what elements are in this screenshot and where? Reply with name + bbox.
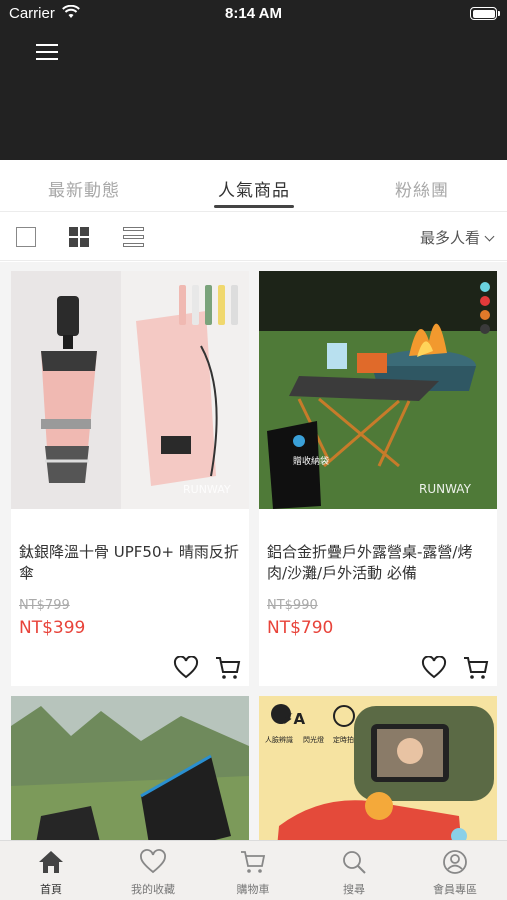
- hamburger-menu-icon[interactable]: [36, 42, 60, 64]
- nav-label: 首頁: [40, 883, 62, 896]
- user-icon: [443, 850, 467, 874]
- product-name[interactable]: 鈦銀降溫十骨 UPF50+ 晴雨反折傘: [19, 542, 239, 584]
- nav-label: 會員專區: [433, 883, 477, 896]
- clock: 8:14 AM: [225, 5, 282, 22]
- product-image-camping-chair: [11, 696, 249, 840]
- product-price: NT$399: [19, 618, 86, 638]
- nav-cart[interactable]: 購物車: [203, 849, 303, 897]
- single-view-icon[interactable]: [16, 227, 36, 247]
- cart-icon: [241, 851, 266, 873]
- svg-text:⚡A: ⚡A: [283, 710, 306, 728]
- nav-label: 我的收藏: [131, 883, 175, 896]
- product-grid: RUNWAY 鈦銀降溫十骨 UPF50+ 晴雨反折傘 NT$799 NT$399: [0, 262, 507, 840]
- tab-fan-club[interactable]: 粉絲團: [395, 176, 449, 201]
- status-bar: Carrier 8:14 AM: [0, 0, 507, 28]
- heart-icon[interactable]: [421, 656, 447, 680]
- image-watermark: RUNWAY: [419, 482, 472, 496]
- list-view-icon[interactable]: [123, 227, 144, 247]
- chevron-down-icon: [484, 231, 495, 242]
- cart-icon[interactable]: [463, 656, 489, 680]
- tab-latest-news[interactable]: 最新動態: [48, 176, 120, 201]
- product-image-umbrella: RUNWAY: [11, 271, 249, 509]
- nav-label: 購物車: [236, 883, 270, 896]
- home-icon: [39, 851, 63, 873]
- product-original-price: NT$990: [267, 598, 318, 613]
- bottom-tab-bar: 首頁 我的收藏 購物車 搜尋 會員專區: [0, 840, 507, 900]
- nav-label: 搜尋: [343, 883, 365, 896]
- product-card[interactable]: ⚡A 人臉辨識 閃光燈 定時拍照: [259, 696, 497, 840]
- active-tab-indicator: [214, 205, 294, 208]
- grid-view-icon[interactable]: [69, 227, 89, 247]
- nav-favorites[interactable]: 我的收藏: [103, 849, 203, 897]
- view-toolbar: 最多人看: [0, 213, 507, 261]
- product-name[interactable]: 鋁合金折疊戶外露營桌-露營/烤肉/沙灘/戶外活動 必備: [267, 542, 487, 584]
- nav-member[interactable]: 會員專區: [405, 849, 505, 897]
- battery-icon: [470, 7, 500, 20]
- image-label: 閃光燈: [303, 735, 324, 744]
- image-badge: 贈收納袋: [293, 455, 329, 467]
- product-original-price: NT$799: [19, 598, 70, 613]
- search-icon: [343, 851, 366, 874]
- tab-popular-products[interactable]: 人氣商品: [218, 176, 290, 201]
- product-card[interactable]: RUNWAY 鈦銀降溫十骨 UPF50+ 晴雨反折傘 NT$799 NT$399: [11, 271, 249, 686]
- image-watermark: RUNWAY: [183, 483, 231, 496]
- product-image-kids-camera: ⚡A 人臉辨識 閃光燈 定時拍照: [259, 696, 497, 840]
- product-price: NT$790: [267, 618, 334, 638]
- product-image-camping-table: 贈收納袋 RUNWAY: [259, 271, 497, 509]
- heart-icon: [140, 849, 166, 874]
- sort-dropdown[interactable]: 最多人看: [419, 227, 495, 248]
- sort-label: 最多人看: [419, 229, 480, 247]
- app-header: Carrier 8:14 AM: [0, 0, 507, 160]
- nav-search[interactable]: 搜尋: [304, 849, 404, 897]
- heart-icon[interactable]: [173, 656, 199, 680]
- cart-icon[interactable]: [215, 656, 241, 680]
- product-card[interactable]: 贈收納袋 RUNWAY 鋁合金折疊戶外露營桌-露營/烤肉/沙灘/戶外活動 必備 …: [259, 271, 497, 686]
- tab-bar: 最新動態 人氣商品 粉絲團: [0, 160, 507, 212]
- product-card[interactable]: [11, 696, 249, 840]
- nav-home[interactable]: 首頁: [1, 849, 101, 897]
- image-label: 人臉辨識: [265, 735, 293, 744]
